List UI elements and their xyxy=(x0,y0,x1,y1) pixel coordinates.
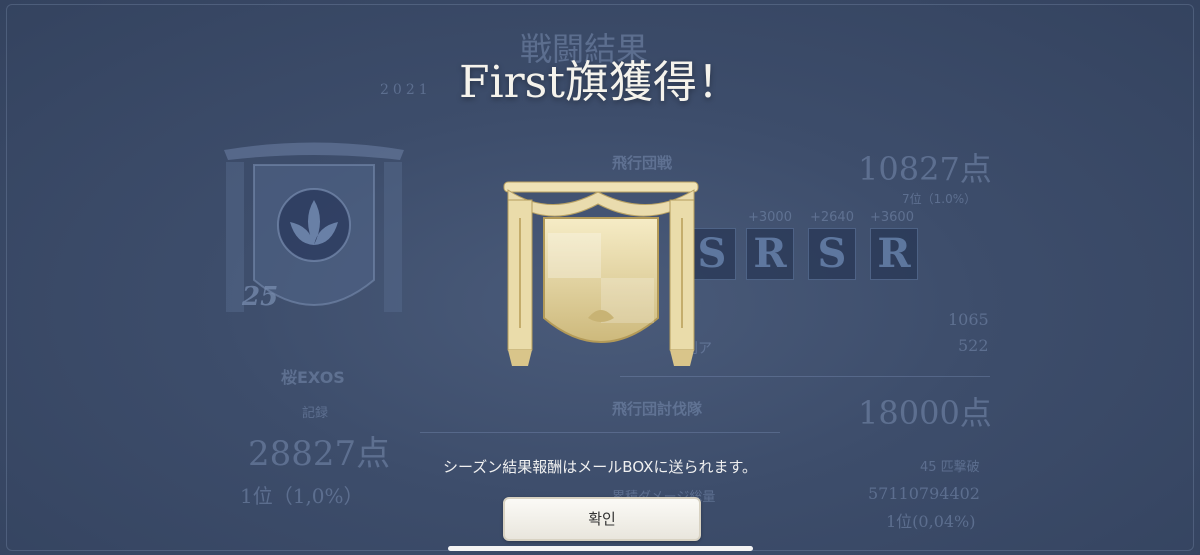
grade-box-2: R xyxy=(746,228,794,280)
fleet-battle-rank: 7位（1.0%） xyxy=(902,192,977,206)
bottom-divider xyxy=(420,432,780,433)
subjugation-rank: 1位(0,04%) xyxy=(886,512,976,531)
bonus-3: +3600 xyxy=(870,210,914,225)
popup-headline: First旗獲得！ xyxy=(459,57,741,108)
reward-notice: シーズン結果報酬はメールBOXに送られます。 xyxy=(443,458,757,476)
fleet-battle-points: 10827点 xyxy=(858,150,992,188)
guild-level: 25 xyxy=(242,282,279,312)
damage-value: 57110794402 xyxy=(868,484,980,503)
score-row-2-value: 522 xyxy=(958,336,989,355)
subjugation-label: 飛行団討伐隊 xyxy=(612,400,703,418)
fleet-battle-label: 飛行団戦 xyxy=(612,154,673,172)
subjugation-points: 18000点 xyxy=(858,394,992,432)
record-label: 記録 xyxy=(302,406,329,421)
grade-box-3: S xyxy=(808,228,856,280)
grade-box-4: R xyxy=(870,228,918,280)
guild-name: 桜EXOS xyxy=(281,368,345,387)
record-rank: 1位（1,0%） xyxy=(240,484,364,508)
section-divider xyxy=(620,376,990,377)
home-indicator[interactable] xyxy=(448,546,753,551)
golden-flag-icon xyxy=(503,181,699,366)
bonus-2: +2640 xyxy=(810,210,854,225)
score-row-1-value: 1065 xyxy=(948,310,989,329)
bonus-1: +3000 xyxy=(748,210,792,225)
confirm-button[interactable]: 확인 xyxy=(503,497,701,541)
